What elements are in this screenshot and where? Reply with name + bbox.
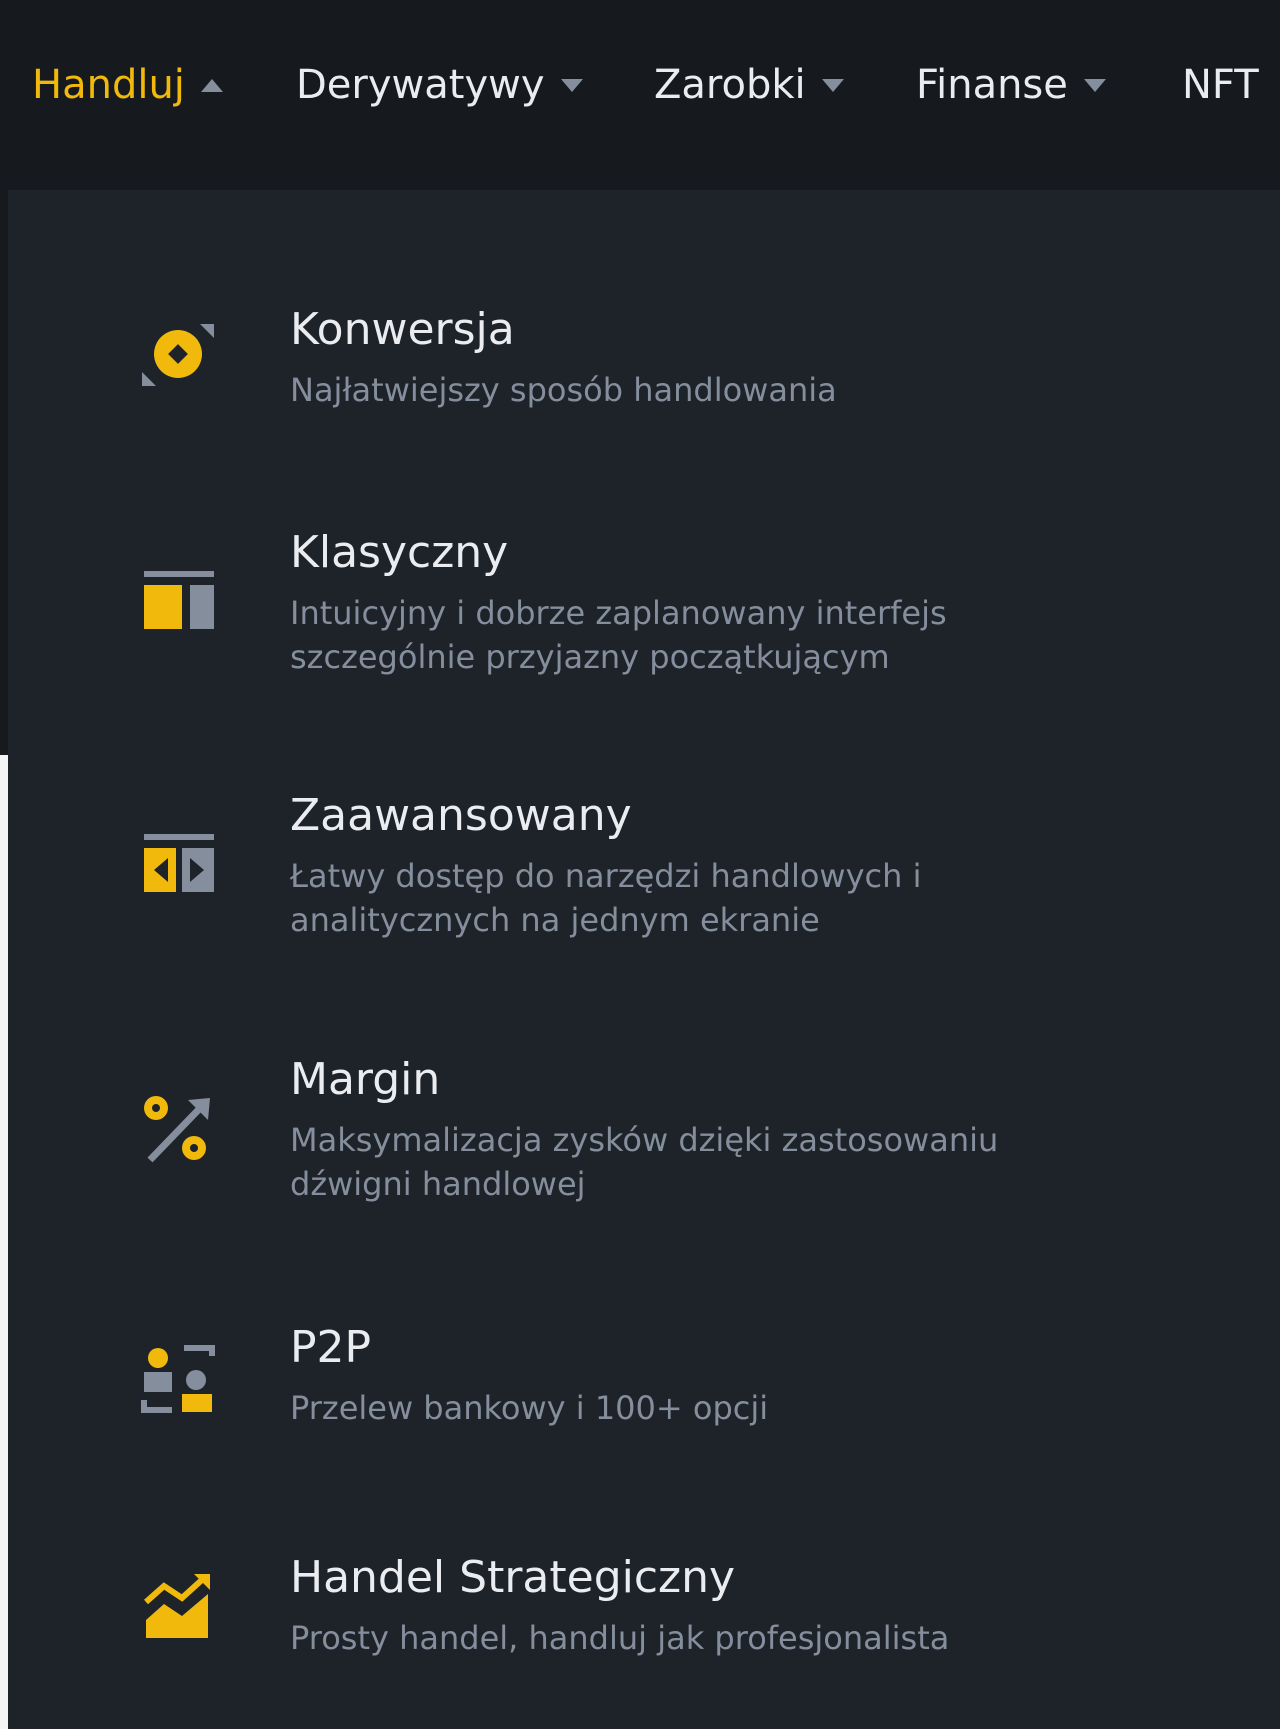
menu-item-title: Margin [290,1054,441,1105]
nav-item-label: Handluj [32,62,185,108]
menu-item-description: Łatwy dostęp do narzędzi handlowych i an… [290,857,922,939]
menu-item-description: Najłatwiejszy sposób handlowania [290,371,837,409]
p2p-users-icon [141,1345,215,1413]
menu-item-title: Zaawansowany [290,790,632,841]
nav-item-finanse[interactable]: Finanse [916,58,1106,112]
menu-item-title: Klasyczny [290,527,509,578]
nav-item-handluj[interactable]: Handluj [32,58,223,112]
trade-dropdown-menu: Konwersja Najłatwiejszy sposób handlowan… [8,190,1280,1729]
main-nav: Handluj Derywatywy Zarobki Finanse NFT [0,58,1280,112]
classic-layout-icon [144,571,214,629]
page-background-strip-dark [0,190,8,755]
nav-item-label: Derywatywy [296,62,545,108]
caret-down-icon [560,78,583,92]
strategy-chart-icon [144,1574,210,1638]
caret-up-icon [200,78,223,92]
menu-item-description: Maksymalizacja zysków dzięki zastosowani… [290,1121,999,1203]
nav-item-label: NFT [1182,62,1259,108]
menu-item-title: Konwersja [290,304,515,355]
advanced-layout-icon [144,834,214,892]
menu-item-title: Handel Strategiczny [290,1552,736,1603]
caret-down-icon [821,78,844,92]
menu-item-description: Prosty handel, handluj jak profesjonalis… [290,1619,950,1657]
convert-icon [142,324,214,386]
nav-item-label: Finanse [916,62,1068,108]
margin-percent-icon [144,1096,210,1163]
menu-item-title: P2P [290,1322,372,1373]
menu-item-description: Przelew bankowy i 100+ opcji [290,1389,769,1427]
nav-item-nft[interactable]: NFT [1182,58,1259,112]
nav-item-label: Zarobki [654,62,806,108]
nav-item-zarobki[interactable]: Zarobki [654,58,844,112]
menu-item-description: Intuicyjny i dobrze zaplanowany interfej… [290,594,947,676]
caret-down-icon [1083,78,1106,92]
nav-item-derywatywy[interactable]: Derywatywy [296,58,583,112]
top-navigation-bar: Handluj Derywatywy Zarobki Finanse NFT [0,0,1280,190]
